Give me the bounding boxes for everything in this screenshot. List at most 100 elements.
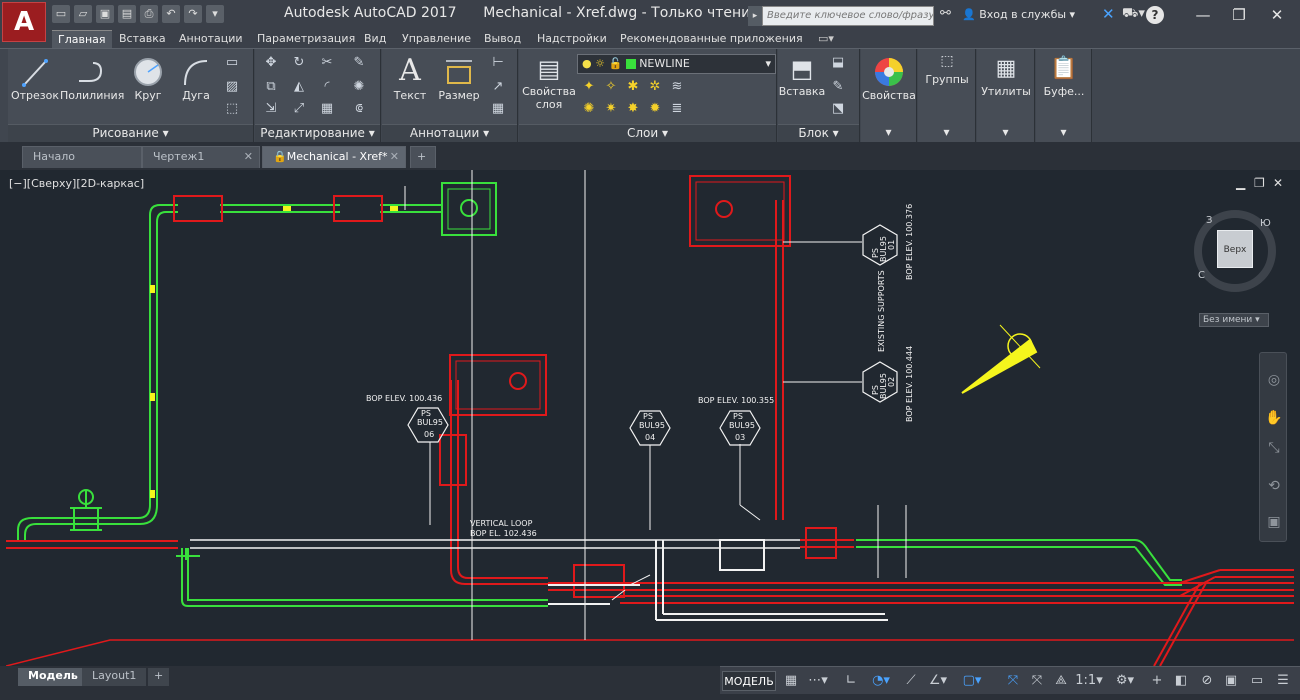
sign-in-button[interactable]: 👤 Вход в службы ▾ [962, 8, 1075, 21]
layer-lock-all-icon[interactable]: ✸ [625, 101, 641, 117]
copy-icon[interactable]: ⧉ [263, 79, 279, 95]
doc-tab-mechanical-xref[interactable]: 🔒Mechanical - Xref* ✕ [262, 146, 406, 168]
clipboard-button[interactable]: 📋 Буфе... [1036, 53, 1092, 109]
customize-qat-icon[interactable]: ▾ [206, 5, 224, 23]
snap-icon[interactable]: ⋯▾ [804, 671, 832, 691]
add-layout-button[interactable]: + [148, 668, 170, 686]
viewport-restore-icon[interactable]: ❐ [1254, 176, 1265, 190]
layer-freeze-all-icon[interactable]: ✷ [603, 101, 619, 117]
binoculars-icon[interactable]: ⚯ [940, 6, 951, 21]
close-window-icon[interactable]: ✕ [1260, 4, 1294, 26]
pan-hand-icon[interactable]: ✋ [1265, 409, 1283, 427]
edit-block-icon[interactable]: ✎ [830, 79, 846, 95]
redo-icon[interactable]: ↷ [184, 5, 202, 23]
line-tool-button[interactable]: Отрезок [10, 53, 60, 109]
search-expand-icon[interactable]: ▸ [748, 6, 762, 26]
dimension-tool-button[interactable]: Размер [434, 53, 484, 109]
clean-screen-icon[interactable]: ▣ [1220, 671, 1242, 691]
close-tab-icon[interactable]: ✕ [244, 150, 253, 163]
properties-expand-icon[interactable]: ▾ [861, 124, 916, 142]
erase-icon[interactable]: ✎ [351, 55, 367, 71]
stretch-icon[interactable]: ⇲ [263, 101, 279, 117]
ribbon-minimize-icon[interactable]: ▭▾ [818, 30, 834, 48]
restore-window-icon[interactable]: ❐ [1222, 4, 1256, 26]
text-tool-button[interactable]: A Текст [386, 53, 434, 109]
object-snap-icon[interactable]: ▢▾ [958, 671, 986, 691]
rotate-icon[interactable]: ↻ [291, 55, 307, 71]
polar-tracking-icon[interactable]: ◔▾ [866, 671, 896, 691]
save-as-icon[interactable]: ▤ [118, 5, 136, 23]
clipboard-expand-icon[interactable]: ▾ [1036, 124, 1091, 142]
properties-button[interactable]: Свойства [861, 53, 917, 109]
linear-dim-icon[interactable]: ⊢ [490, 55, 506, 71]
array-icon[interactable]: ▦ [319, 101, 335, 117]
isodraft-icon[interactable]: ⟋ [900, 671, 922, 691]
print-icon[interactable]: ⎙ [140, 5, 158, 23]
layer-match-icon[interactable]: ✦ [581, 79, 597, 95]
grid-icon[interactable]: ▦ [780, 671, 802, 691]
viewport-minimize-icon[interactable]: ▁ [1236, 176, 1245, 190]
doc-tab-drawing1[interactable]: Чертеж1 ✕ [142, 146, 260, 168]
explode-icon[interactable]: ✺ [351, 79, 367, 95]
annotation-scale-dropdown[interactable]: 1:1▾ [1074, 671, 1104, 691]
circle-tool-button[interactable]: Круг [124, 53, 172, 109]
block-attribute-icon[interactable]: ⬔ [830, 101, 846, 117]
layer-dropdown[interactable]: ● ☼ 🔓 NEWLINE ▾ [577, 54, 776, 74]
drawing-canvas[interactable]: BOP ELEV. 100.436 BOP ELEV. 100.355 VERT… [6, 170, 1294, 666]
trim-icon[interactable]: ✂ [319, 55, 335, 71]
open-folder-icon[interactable]: ▱ [74, 5, 92, 23]
save-icon[interactable]: ▣ [96, 5, 114, 23]
tab-layout1[interactable]: Layout1 [82, 668, 147, 686]
search-input[interactable]: Введите ключевое слово/фразу [762, 6, 934, 26]
scale-icon[interactable]: ⤢ [291, 101, 307, 117]
viewcube-top-face[interactable]: Верх [1217, 230, 1253, 268]
tab-manage[interactable]: Управление [402, 30, 471, 48]
tab-annotate[interactable]: Аннотации [179, 30, 243, 48]
autodesk-exchange-icon[interactable]: ✕ [1102, 5, 1115, 23]
create-block-icon[interactable]: ⬓ [830, 55, 846, 71]
insert-block-button[interactable]: ⬒ Вставка [778, 53, 826, 109]
leader-icon[interactable]: ↗ [490, 79, 506, 95]
layers-panel-title[interactable]: Слои ▾ [519, 124, 776, 142]
tab-parametric[interactable]: Параметризация [257, 30, 355, 48]
annotation-scale-icon[interactable]: ⟁ [1050, 671, 1072, 691]
tab-view[interactable]: Вид [364, 30, 386, 48]
layer-properties-button[interactable]: ▤ Свойства слоя [521, 53, 577, 117]
tab-model[interactable]: Модель [18, 668, 88, 686]
steering-wheel-icon[interactable]: ◎ [1265, 371, 1283, 389]
doc-tab-start[interactable]: Начало [22, 146, 142, 168]
hardware-acceleration-icon[interactable]: ⊘ [1196, 671, 1218, 691]
polyline-tool-button[interactable]: Полилиния [60, 53, 124, 109]
add-icon[interactable]: + [1146, 671, 1168, 691]
auto-scale-icon[interactable]: ⤧ [1026, 671, 1048, 691]
ortho-icon[interactable]: ∟ [840, 671, 862, 691]
move-icon[interactable]: ✥ [263, 55, 279, 71]
fillet-icon[interactable]: ◜ [319, 79, 335, 95]
help-button[interactable]: ? [1146, 6, 1164, 24]
orbit-icon[interactable]: ⟲ [1265, 477, 1283, 495]
annotation-panel-title[interactable]: Аннотации ▾ [382, 124, 517, 142]
hatch-icon[interactable]: ▨ [224, 79, 240, 95]
workspace-gear-icon[interactable]: ⚙▾ [1110, 671, 1140, 691]
layer-off-icon[interactable]: ✺ [581, 101, 597, 117]
tab-output[interactable]: Вывод [484, 30, 521, 48]
monitor-icon[interactable]: ▭ [1246, 671, 1268, 691]
rectangle-icon[interactable]: ▭ [224, 55, 240, 71]
groups-expand-icon[interactable]: ▾ [918, 124, 975, 142]
offset-icon[interactable]: ⟃ [351, 101, 367, 117]
layer-merge-icon[interactable]: ≣ [669, 101, 685, 117]
arc-tool-button[interactable]: Дуга [172, 53, 220, 109]
block-panel-title[interactable]: Блок ▾ [778, 124, 859, 142]
customization-menu-icon[interactable]: ☰ [1272, 671, 1294, 691]
utilities-expand-icon[interactable]: ▾ [977, 124, 1034, 142]
table-icon[interactable]: ▦ [490, 101, 506, 117]
tab-addins[interactable]: Надстройки [537, 30, 607, 48]
isolate-objects-icon[interactable]: ◧ [1170, 671, 1192, 691]
new-tab-button[interactable]: + [410, 146, 436, 168]
draw-panel-title[interactable]: Рисование ▾ [8, 124, 253, 142]
showmotion-icon[interactable]: ▣ [1265, 513, 1283, 531]
object-snap-tracking-icon[interactable]: ∠▾ [924, 671, 952, 691]
modify-panel-title[interactable]: Редактирование ▾ [255, 124, 380, 142]
layer-previous-icon[interactable]: ✧ [603, 79, 619, 95]
layer-isolate-icon[interactable]: ✱ [625, 79, 641, 95]
